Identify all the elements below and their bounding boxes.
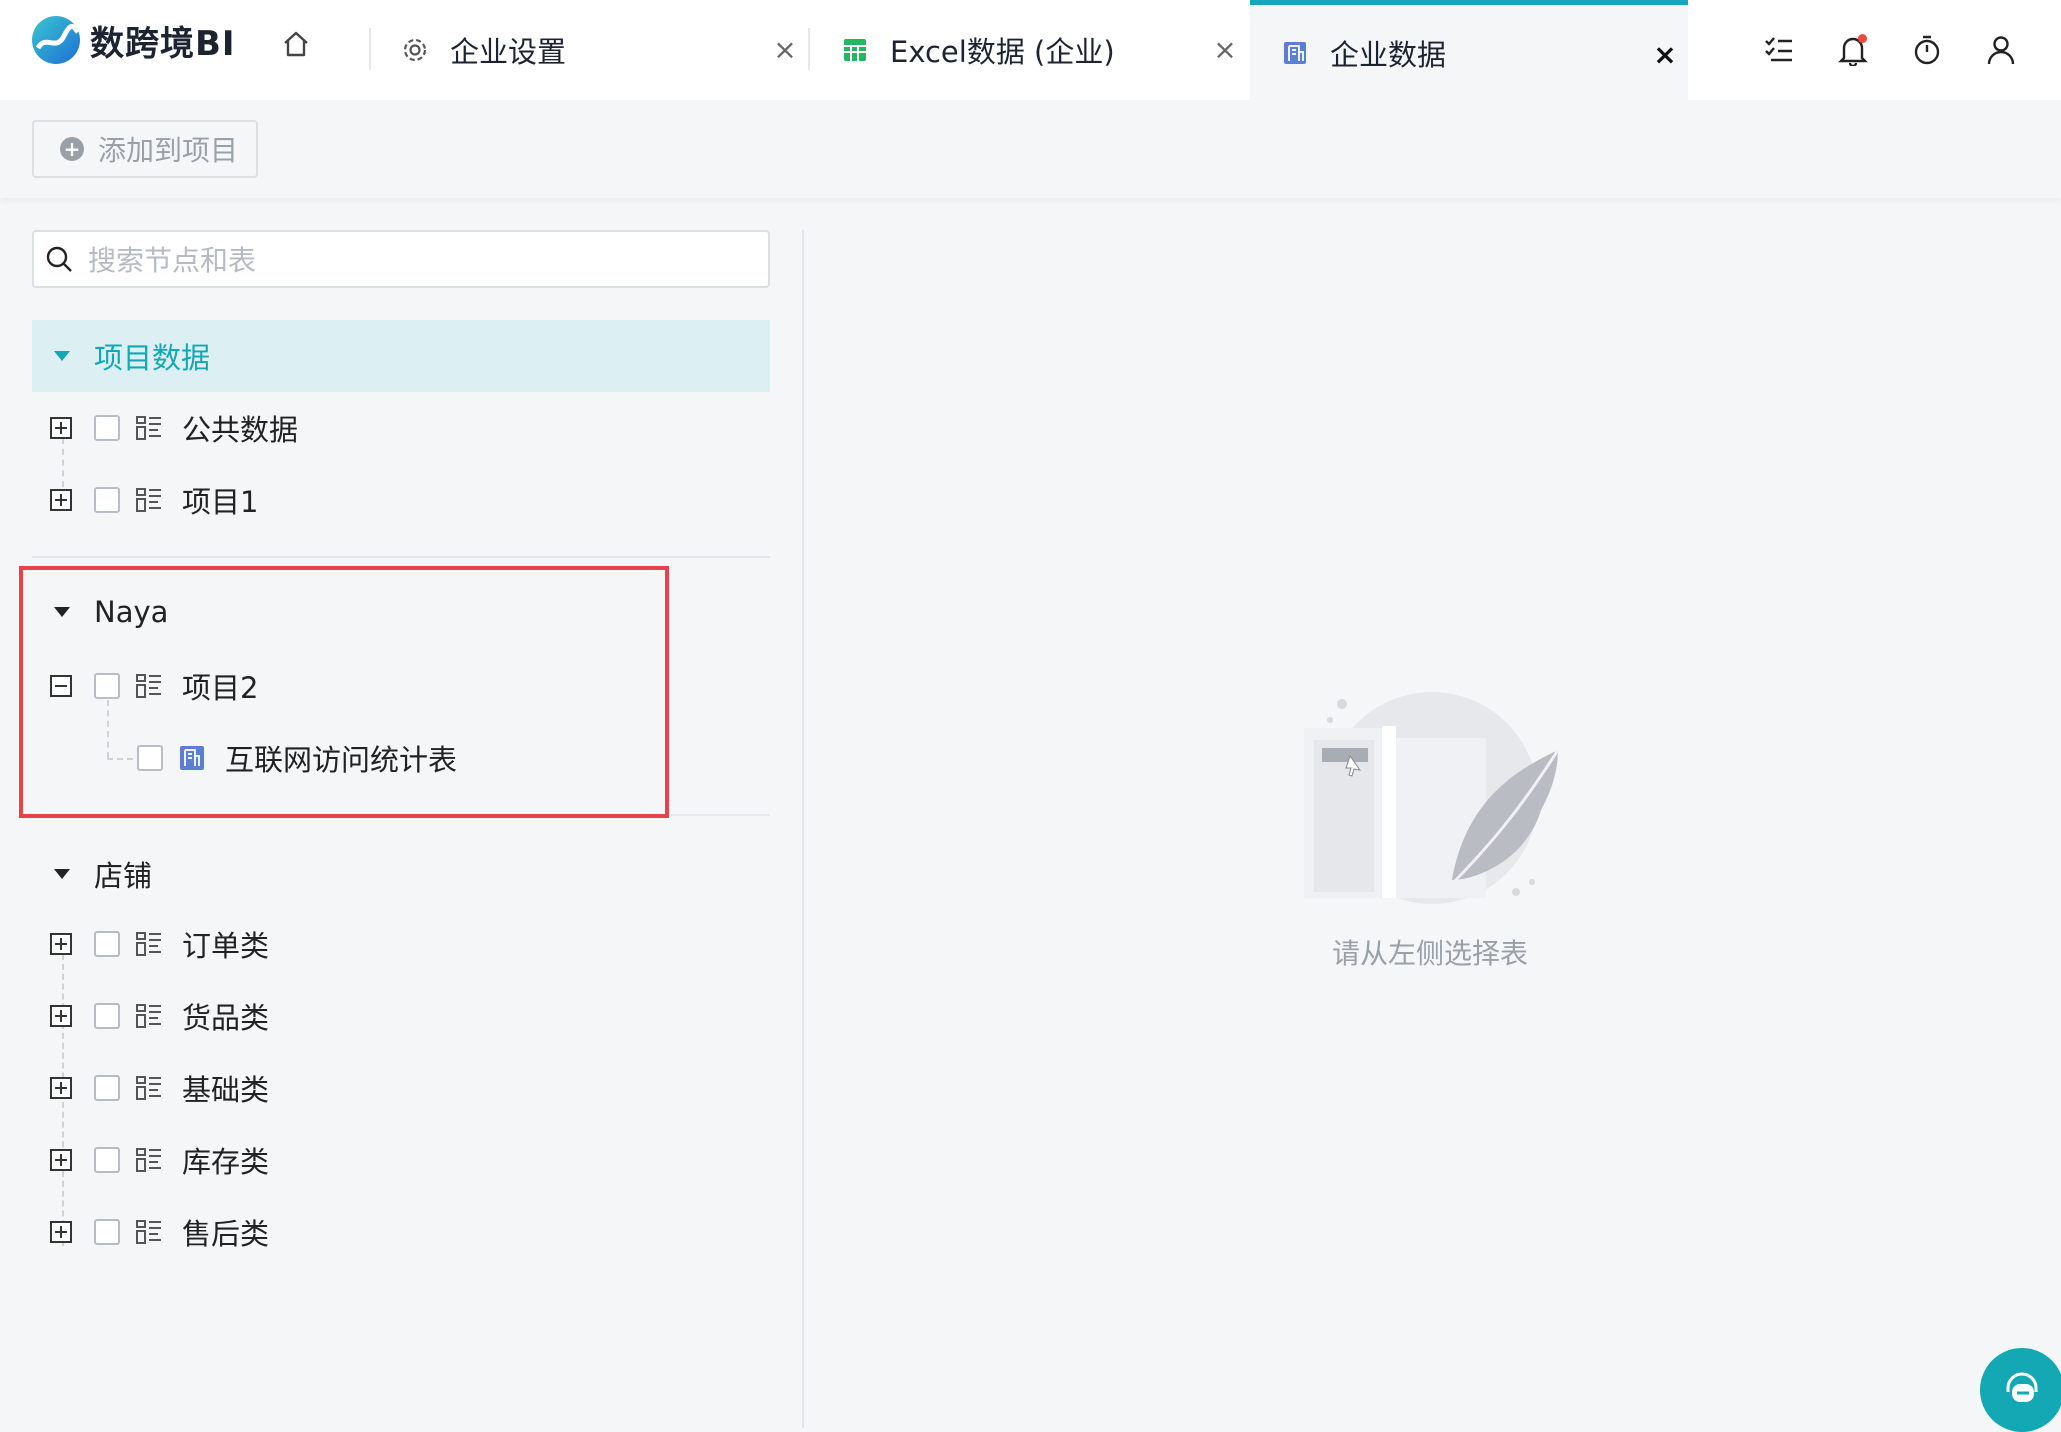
node-checkbox[interactable] — [94, 931, 120, 957]
customer-service-button[interactable] — [1980, 1348, 2061, 1432]
group-divider — [32, 556, 770, 558]
home-icon — [284, 31, 308, 57]
group-title: 项目数据 — [94, 341, 211, 375]
folder-list-icon — [136, 415, 162, 441]
plus-circle-icon: + — [60, 137, 84, 161]
tree-node-goods[interactable]: 货品类 — [50, 980, 269, 1052]
add-to-project-label: 添加到项目 — [98, 134, 239, 167]
tree-node-basics[interactable]: 基础类 — [50, 1052, 269, 1124]
notification-badge — [1858, 34, 1867, 43]
node-checkbox[interactable] — [94, 1003, 120, 1029]
expand-icon[interactable] — [50, 1077, 72, 1099]
folder-list-icon — [136, 1075, 162, 1101]
node-checkbox[interactable] — [94, 487, 120, 513]
node-label: 货品类 — [182, 1001, 270, 1035]
node-label: 基础类 — [182, 1073, 270, 1107]
folder-list-icon — [136, 487, 162, 513]
close-icon[interactable]: × — [1650, 38, 1680, 71]
close-icon[interactable]: × — [770, 33, 800, 66]
tree-node-public-data[interactable]: 公共数据 — [50, 392, 298, 464]
home-button[interactable] — [276, 24, 316, 64]
top-actions — [1759, 30, 2021, 70]
timer-button[interactable] — [1907, 30, 1947, 70]
expand-icon[interactable] — [50, 417, 72, 439]
add-to-project-button[interactable]: + 添加到项目 — [32, 120, 258, 178]
user-button[interactable] — [1981, 30, 2021, 70]
node-checkbox[interactable] — [94, 1075, 120, 1101]
folder-list-icon — [136, 1219, 162, 1245]
toolbar: + 添加到项目 — [0, 100, 2061, 198]
search-icon — [44, 244, 74, 274]
expand-icon[interactable] — [50, 1221, 72, 1243]
tree-node-orders[interactable]: 订单类 — [50, 908, 269, 980]
node-label: 订单类 — [182, 929, 270, 963]
tab-label: 企业设置 — [450, 35, 567, 69]
node-label: 售后类 — [182, 1217, 270, 1251]
tab-excel-data[interactable]: Excel数据 (企业) × — [810, 0, 1248, 100]
spreadsheet-icon — [840, 35, 870, 65]
user-icon — [1987, 36, 2015, 65]
search-input[interactable]: 搜索节点和表 — [32, 230, 770, 288]
expand-icon[interactable] — [50, 1005, 72, 1027]
gear-icon — [400, 35, 430, 65]
building-icon — [1280, 38, 1310, 68]
folder-list-icon — [136, 1003, 162, 1029]
top-bar: 数跨境BI 企业设置 × Excel数据 (企业) × 企业数据 × — [0, 0, 2061, 100]
tab-enterprise-data[interactable]: 企业数据 × — [1250, 0, 1688, 100]
logo-icon — [32, 16, 80, 64]
empty-state-message: 请从左侧选择表 — [1332, 937, 1529, 970]
checklist-icon — [1765, 37, 1792, 62]
app-name: 数跨境BI — [90, 23, 236, 64]
annotation-highlight-box — [19, 566, 669, 818]
folder-list-icon — [136, 931, 162, 957]
caret-down-icon — [54, 869, 70, 879]
node-checkbox[interactable] — [94, 415, 120, 441]
task-list-button[interactable] — [1759, 30, 1799, 70]
headset-chat-icon — [2006, 1372, 2038, 1402]
notifications-button[interactable] — [1833, 30, 1873, 70]
tree-node-inventory[interactable]: 库存类 — [50, 1124, 269, 1196]
close-icon[interactable]: × — [1210, 33, 1240, 66]
group-store[interactable]: 店铺 — [32, 838, 770, 910]
expand-icon[interactable] — [50, 1149, 72, 1171]
tab-label: 企业数据 — [1330, 37, 1447, 72]
expand-icon[interactable] — [50, 933, 72, 955]
tab-enterprise-settings[interactable]: 企业设置 × — [370, 0, 808, 100]
empty-state-illustration — [1304, 692, 1560, 904]
folder-list-icon — [136, 1147, 162, 1173]
tree-node-after-sales[interactable]: 售后类 — [50, 1196, 269, 1268]
panel-divider[interactable] — [802, 230, 804, 1428]
node-checkbox[interactable] — [94, 1219, 120, 1245]
expand-icon[interactable] — [50, 489, 72, 511]
search-placeholder: 搜索节点和表 — [88, 244, 257, 277]
group-title: 店铺 — [94, 859, 153, 893]
node-label: 项目1 — [182, 485, 259, 519]
node-checkbox[interactable] — [94, 1147, 120, 1173]
tree-node-project1[interactable]: 项目1 — [50, 464, 258, 536]
node-label: 公共数据 — [182, 413, 299, 447]
stopwatch-icon — [1914, 35, 1940, 65]
tab-label: Excel数据 (企业) — [890, 35, 1115, 69]
app-logo[interactable]: 数跨境BI — [30, 14, 236, 66]
caret-down-icon — [54, 351, 70, 361]
node-label: 库存类 — [182, 1145, 270, 1179]
group-project-data[interactable]: 项目数据 — [32, 320, 770, 392]
